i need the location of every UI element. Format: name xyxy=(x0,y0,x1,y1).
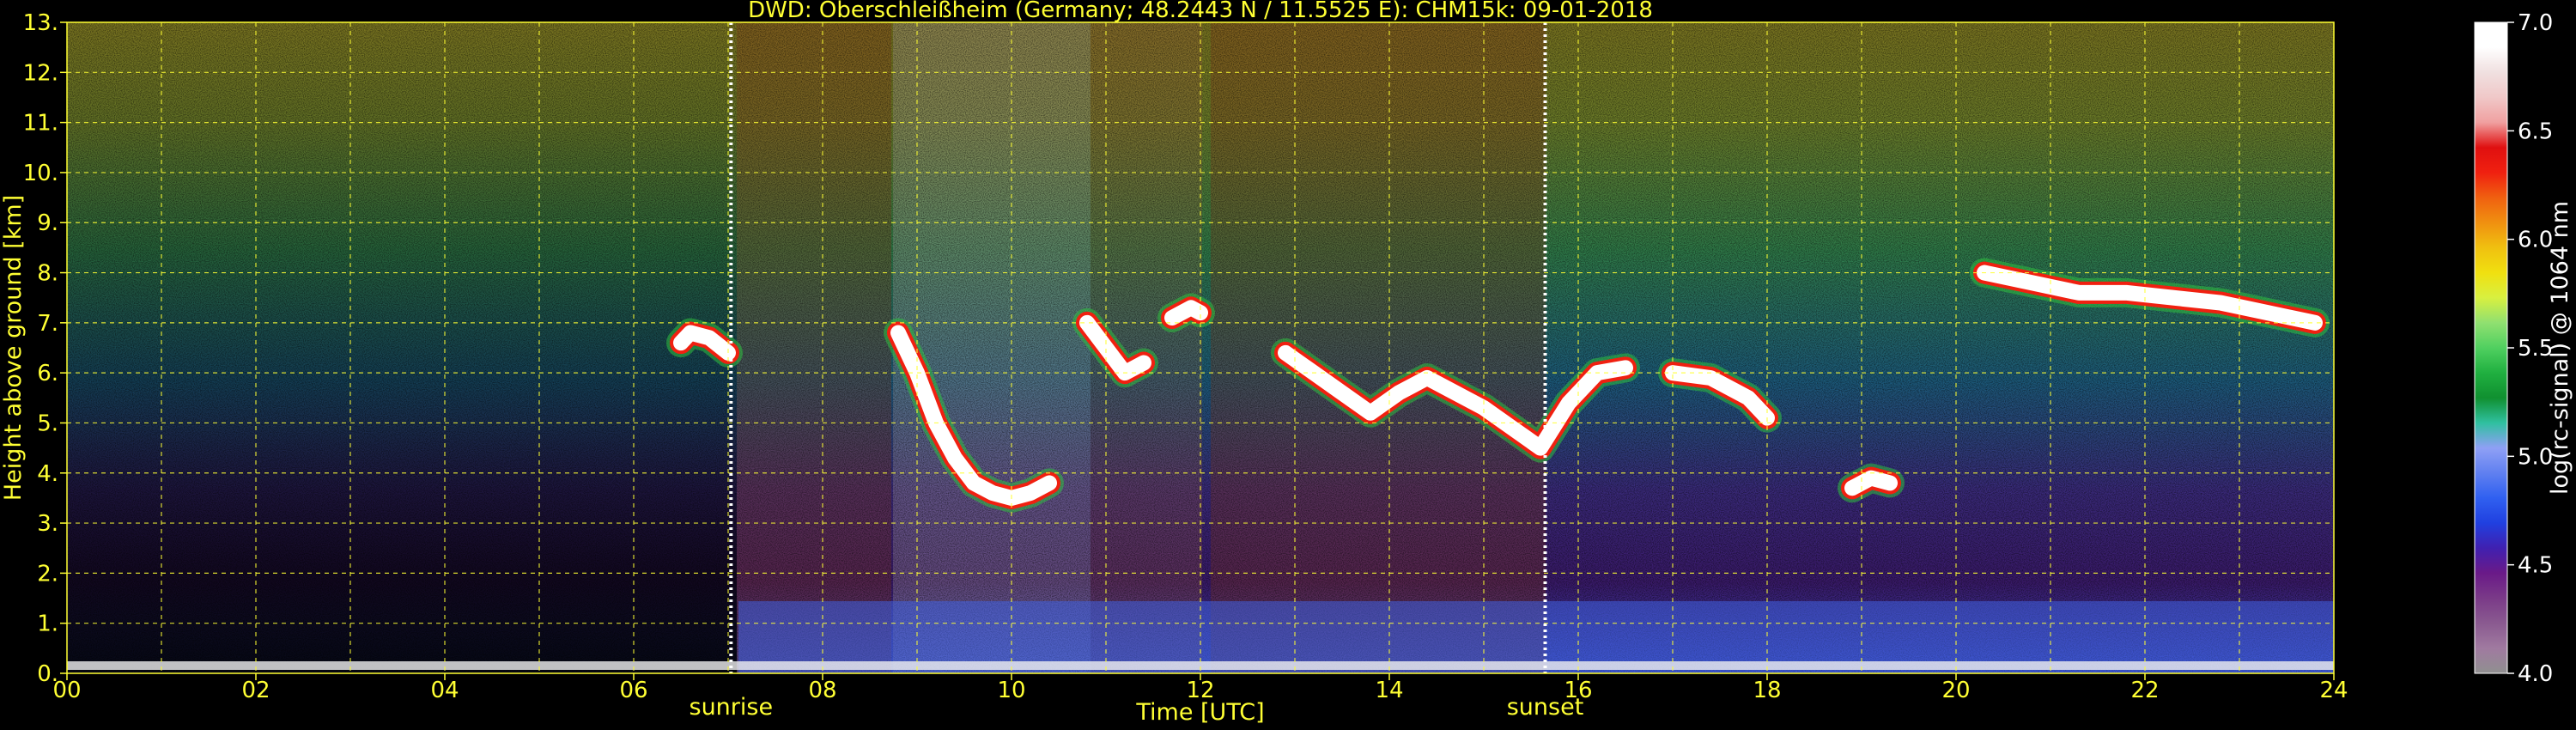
ceilometer-chart: 0.1.2.3.4.5.6.7.8.9.10.11.12.13. 00 02 04 0… xyxy=(0,0,2573,726)
y-tick-label: 9. xyxy=(37,210,58,236)
x-tick-label: 00 xyxy=(52,678,81,703)
y-tick-label: 5. xyxy=(37,411,58,436)
cloud-core xyxy=(1844,470,1898,496)
colorbar-tick-label: 6.5 xyxy=(2518,119,2553,144)
chart-title: DWD: Oberschleißheim (Germany; 48.2443 N… xyxy=(748,0,1653,23)
x-tick-label: 22 xyxy=(2130,678,2159,703)
colorbar-frame xyxy=(2474,21,2508,674)
x-tick-label: 20 xyxy=(1941,678,1970,703)
colorbar: 4.04.55.05.56.06.57.0 log(rc-signal) @ 1… xyxy=(2474,10,2573,687)
x-tick-label: 14 xyxy=(1375,678,1403,703)
y-tick-label: 1. xyxy=(37,611,58,637)
colorbar-tick-label: 4.5 xyxy=(2518,553,2553,579)
y-tick-label: 3. xyxy=(37,511,58,537)
x-tick-label: 06 xyxy=(619,678,647,703)
plot-area xyxy=(66,21,2335,674)
y-tick-label: 4. xyxy=(37,461,58,487)
y-tick-label: 12. xyxy=(23,60,58,86)
colorbar-label: log(rc-signal) @ 1064 nm xyxy=(2547,201,2573,495)
x-tick-label: 18 xyxy=(1753,678,1781,703)
cloud-core xyxy=(1164,300,1208,326)
y-tick-label: 13. xyxy=(23,10,58,36)
x-tick-label: 10 xyxy=(997,678,1025,703)
x-tick-label: 04 xyxy=(430,678,459,703)
y-tick-label: 6. xyxy=(37,361,58,386)
y-tick-label: 2. xyxy=(37,561,58,587)
colorbar-tick-label: 7.0 xyxy=(2518,10,2553,36)
y-tick-label: 10. xyxy=(23,161,58,186)
sunset-label: sunset xyxy=(1507,694,1584,721)
y-axis-label: Height above ground [km] xyxy=(0,195,27,501)
x-tick-label: 08 xyxy=(808,678,836,703)
y-tick-label: 8. xyxy=(37,261,58,287)
y-tick-label: 7. xyxy=(37,311,58,337)
y-tick-label: 11. xyxy=(23,111,58,137)
x-tick-label: 24 xyxy=(2319,678,2348,703)
y-axis: 0.1.2.3.4.5.6.7.8.9.10.11.12.13. xyxy=(23,10,67,687)
x-tick-label: 02 xyxy=(241,678,270,703)
sunrise-label: sunrise xyxy=(690,694,774,721)
x-axis-label: Time [UTC] xyxy=(1135,699,1264,726)
colorbar-tick-label: 4.0 xyxy=(2518,661,2553,687)
